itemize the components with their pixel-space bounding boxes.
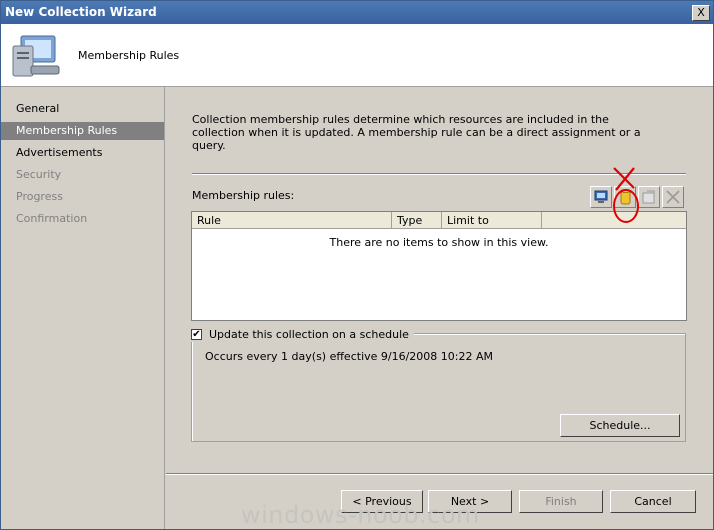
column-header-rule[interactable]: Rule xyxy=(192,212,392,229)
nav-item-progress: Progress xyxy=(16,190,63,203)
column-header-type[interactable]: Type xyxy=(392,212,442,229)
delete-button[interactable] xyxy=(662,186,684,208)
intro-text: Collection membership rules determine wh… xyxy=(192,113,641,152)
title-bar[interactable]: New Collection Wizard X xyxy=(1,1,713,24)
schedule-button[interactable]: Schedule... xyxy=(560,414,680,437)
nav-item-confirmation: Confirmation xyxy=(16,212,88,225)
computer-icon xyxy=(12,35,60,77)
red-annotation-mark xyxy=(613,167,639,223)
window-title: New Collection Wizard xyxy=(5,5,157,19)
nav-item-membership-rules[interactable]: Membership Rules xyxy=(1,122,164,140)
schedule-checkbox-row[interactable]: ✔ Update this collection on a schedule xyxy=(189,328,414,342)
schedule-description: Occurs every 1 day(s) effective 9/16/200… xyxy=(205,350,494,363)
membership-rules-label: Membership rules: xyxy=(192,189,295,202)
bottom-divider xyxy=(166,473,713,475)
main-panel: Collection membership rules determine wh… xyxy=(166,87,713,474)
schedule-checkbox-label[interactable]: Update this collection on a schedule xyxy=(209,328,409,341)
schedule-checkbox[interactable]: ✔ xyxy=(191,329,202,340)
wizard-header: Membership Rules xyxy=(1,24,713,87)
close-button[interactable]: X xyxy=(692,5,710,21)
nav-item-advertisements[interactable]: Advertisements xyxy=(1,144,164,162)
empty-list-message: There are no items to show in this view. xyxy=(329,236,549,249)
page-title: Membership Rules xyxy=(78,49,180,62)
delete-icon xyxy=(666,190,680,204)
finish-button: Finish xyxy=(519,490,603,513)
cancel-button[interactable]: Cancel xyxy=(610,490,696,513)
wizard-window: New Collection Wizard X Membership Rules… xyxy=(0,0,714,530)
column-header-limit-to[interactable]: Limit to xyxy=(442,212,542,229)
nav-item-security: Security xyxy=(16,168,62,181)
watermark: windows-noob.com xyxy=(241,501,480,529)
nav-item-general[interactable]: General xyxy=(1,100,164,118)
wizard-nav: General Membership Rules Advertisements … xyxy=(1,87,165,529)
